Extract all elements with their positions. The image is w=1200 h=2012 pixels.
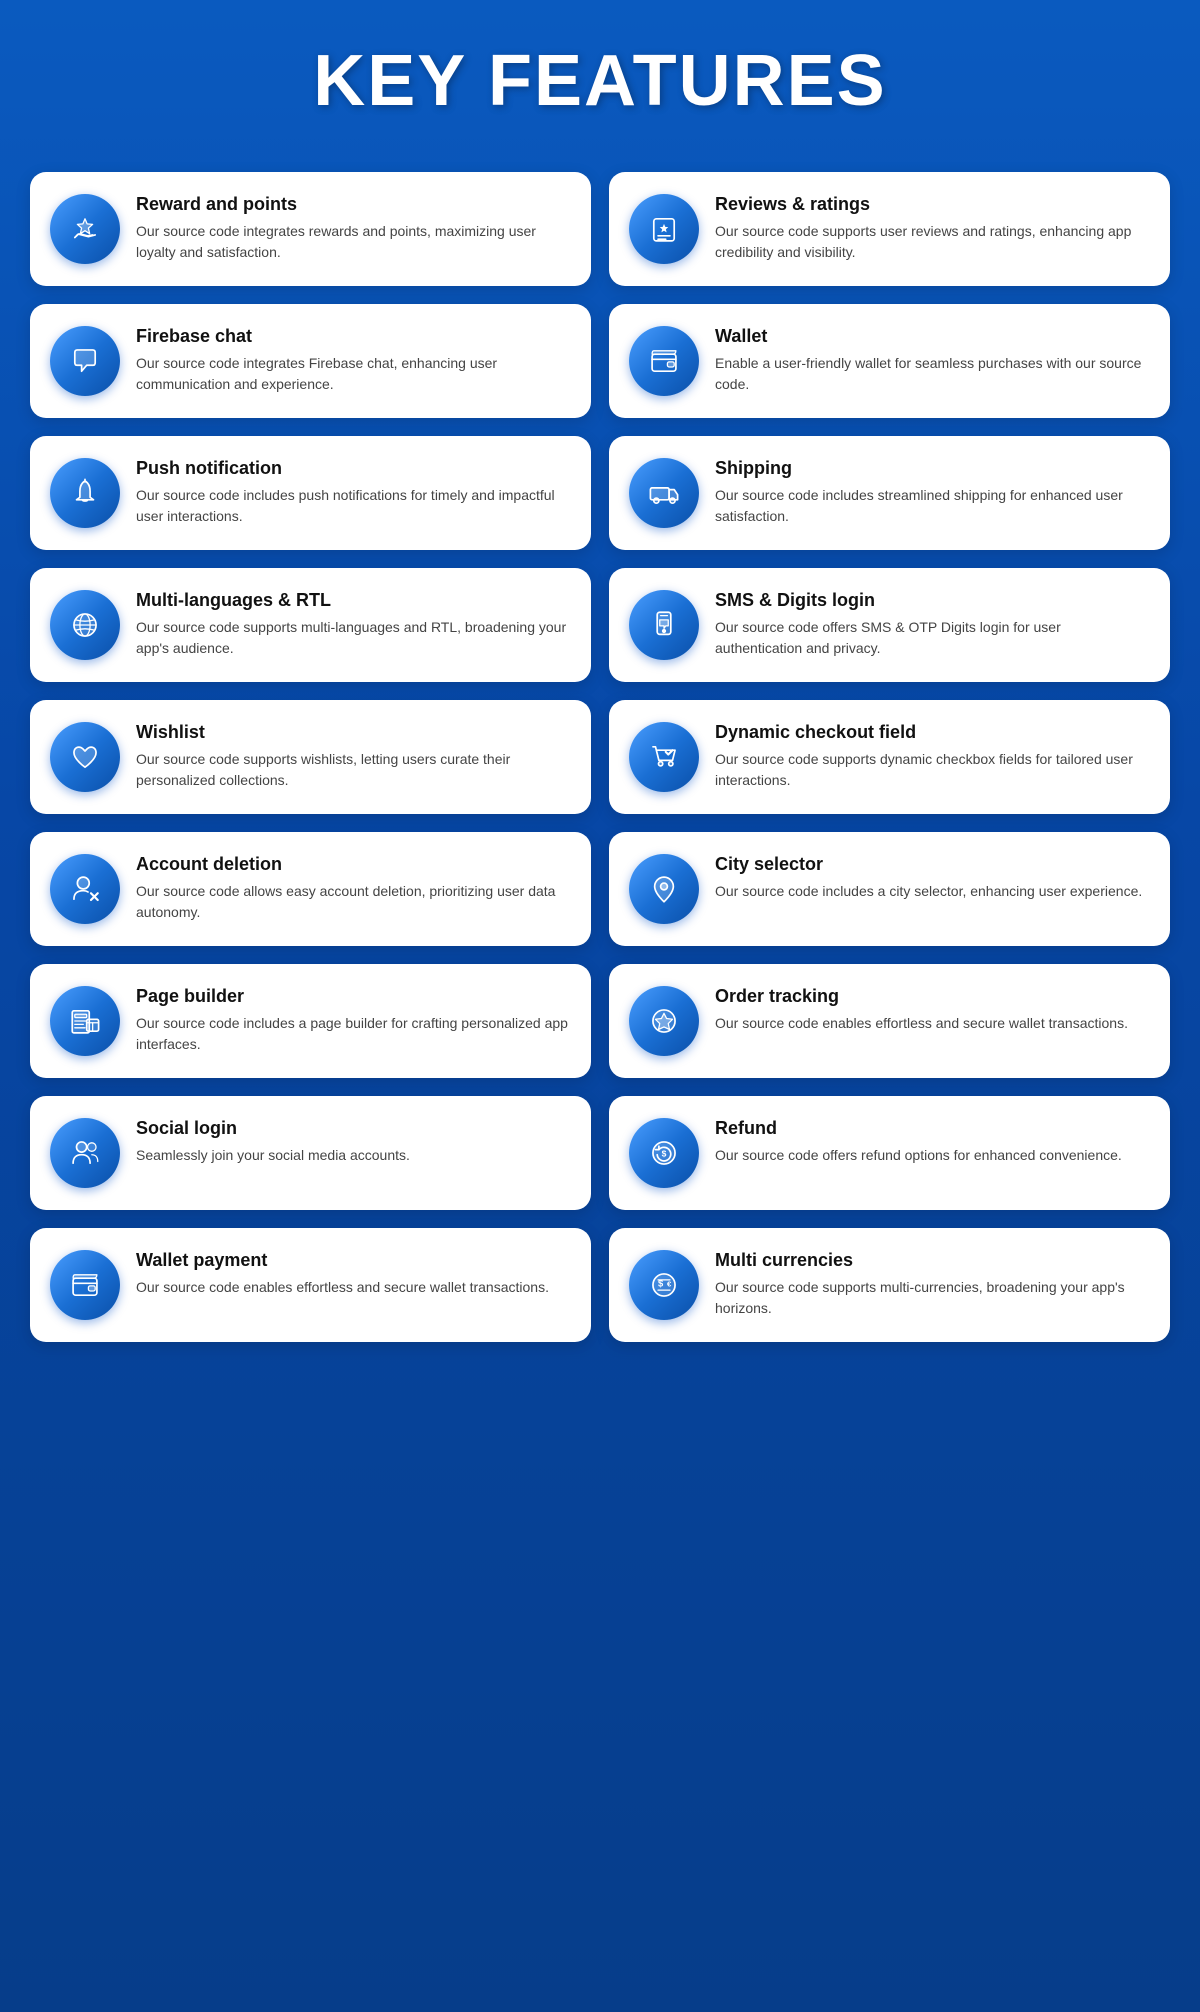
feature-text-wallet: Wallet Enable a user-friendly wallet for… xyxy=(715,326,1150,395)
feature-icon-page-builder xyxy=(50,986,120,1056)
feature-desc-city-selector: Our source code includes a city selector… xyxy=(715,881,1150,902)
feature-icon-wallet-payment xyxy=(50,1250,120,1320)
feature-card-reviews-ratings: Reviews & ratings Our source code suppor… xyxy=(609,172,1170,286)
feature-text-order-tracking: Order tracking Our source code enables e… xyxy=(715,986,1150,1034)
feature-text-social-login: Social login Seamlessly join your social… xyxy=(136,1118,571,1166)
feature-title-wallet-payment: Wallet payment xyxy=(136,1250,571,1271)
feature-card-multi-currencies: $ € Multi currencies Our source code sup… xyxy=(609,1228,1170,1342)
feature-card-city-selector: City selector Our source code includes a… xyxy=(609,832,1170,946)
feature-icon-wallet xyxy=(629,326,699,396)
feature-icon-reviews-ratings xyxy=(629,194,699,264)
feature-icon-shipping xyxy=(629,458,699,528)
feature-desc-multi-languages: Our source code supports multi-languages… xyxy=(136,617,571,659)
feature-text-city-selector: City selector Our source code includes a… xyxy=(715,854,1150,902)
feature-title-sms-login: SMS & Digits login xyxy=(715,590,1150,611)
feature-icon-reward-points xyxy=(50,194,120,264)
feature-desc-refund: Our source code offers refund options fo… xyxy=(715,1145,1150,1166)
feature-icon-order-tracking xyxy=(629,986,699,1056)
feature-icon-multi-languages xyxy=(50,590,120,660)
feature-title-page-builder: Page builder xyxy=(136,986,571,1007)
feature-card-reward-points: Reward and points Our source code integr… xyxy=(30,172,591,286)
feature-title-push-notification: Push notification xyxy=(136,458,571,479)
feature-text-wishlist: Wishlist Our source code supports wishli… xyxy=(136,722,571,791)
feature-card-push-notification: Push notification Our source code includ… xyxy=(30,436,591,550)
svg-text:€: € xyxy=(667,1280,672,1289)
feature-text-page-builder: Page builder Our source code includes a … xyxy=(136,986,571,1055)
feature-card-social-login: Social login Seamlessly join your social… xyxy=(30,1096,591,1210)
feature-desc-wishlist: Our source code supports wishlists, lett… xyxy=(136,749,571,791)
feature-title-multi-currencies: Multi currencies xyxy=(715,1250,1150,1271)
feature-text-shipping: Shipping Our source code includes stream… xyxy=(715,458,1150,527)
feature-card-refund: $ Refund Our source code offers refund o… xyxy=(609,1096,1170,1210)
page-title: KEY FEATURES xyxy=(30,40,1170,122)
feature-desc-dynamic-checkout: Our source code supports dynamic checkbo… xyxy=(715,749,1150,791)
feature-title-city-selector: City selector xyxy=(715,854,1150,875)
feature-card-wishlist: Wishlist Our source code supports wishli… xyxy=(30,700,591,814)
feature-icon-multi-currencies: $ € xyxy=(629,1250,699,1320)
feature-card-firebase-chat: Firebase chat Our source code integrates… xyxy=(30,304,591,418)
feature-title-shipping: Shipping xyxy=(715,458,1150,479)
feature-text-dynamic-checkout: Dynamic checkout field Our source code s… xyxy=(715,722,1150,791)
feature-text-multi-languages: Multi-languages & RTL Our source code su… xyxy=(136,590,571,659)
feature-desc-wallet: Enable a user-friendly wallet for seamle… xyxy=(715,353,1150,395)
feature-card-sms-login: SMS & Digits login Our source code offer… xyxy=(609,568,1170,682)
feature-text-account-deletion: Account deletion Our source code allows … xyxy=(136,854,571,923)
feature-title-refund: Refund xyxy=(715,1118,1150,1139)
feature-desc-social-login: Seamlessly join your social media accoun… xyxy=(136,1145,571,1166)
feature-icon-account-deletion xyxy=(50,854,120,924)
feature-card-wallet: Wallet Enable a user-friendly wallet for… xyxy=(609,304,1170,418)
feature-icon-push-notification xyxy=(50,458,120,528)
feature-icon-refund: $ xyxy=(629,1118,699,1188)
feature-title-firebase-chat: Firebase chat xyxy=(136,326,571,347)
feature-title-order-tracking: Order tracking xyxy=(715,986,1150,1007)
feature-title-account-deletion: Account deletion xyxy=(136,854,571,875)
features-grid: Reward and points Our source code integr… xyxy=(30,172,1170,1342)
feature-title-reward-points: Reward and points xyxy=(136,194,571,215)
feature-card-dynamic-checkout: Dynamic checkout field Our source code s… xyxy=(609,700,1170,814)
feature-desc-push-notification: Our source code includes push notificati… xyxy=(136,485,571,527)
feature-icon-sms-login xyxy=(629,590,699,660)
feature-title-wishlist: Wishlist xyxy=(136,722,571,743)
feature-title-multi-languages: Multi-languages & RTL xyxy=(136,590,571,611)
svg-text:$: $ xyxy=(662,1148,667,1158)
feature-card-wallet-payment: Wallet payment Our source code enables e… xyxy=(30,1228,591,1342)
feature-card-shipping: Shipping Our source code includes stream… xyxy=(609,436,1170,550)
feature-desc-multi-currencies: Our source code supports multi-currencie… xyxy=(715,1277,1150,1319)
feature-text-firebase-chat: Firebase chat Our source code integrates… xyxy=(136,326,571,395)
feature-card-order-tracking: Order tracking Our source code enables e… xyxy=(609,964,1170,1078)
feature-desc-reward-points: Our source code integrates rewards and p… xyxy=(136,221,571,263)
feature-desc-page-builder: Our source code includes a page builder … xyxy=(136,1013,571,1055)
feature-text-reward-points: Reward and points Our source code integr… xyxy=(136,194,571,263)
feature-icon-firebase-chat xyxy=(50,326,120,396)
feature-desc-account-deletion: Our source code allows easy account dele… xyxy=(136,881,571,923)
feature-icon-wishlist xyxy=(50,722,120,792)
feature-text-sms-login: SMS & Digits login Our source code offer… xyxy=(715,590,1150,659)
feature-title-dynamic-checkout: Dynamic checkout field xyxy=(715,722,1150,743)
feature-text-refund: Refund Our source code offers refund opt… xyxy=(715,1118,1150,1166)
feature-desc-firebase-chat: Our source code integrates Firebase chat… xyxy=(136,353,571,395)
feature-text-push-notification: Push notification Our source code includ… xyxy=(136,458,571,527)
feature-text-multi-currencies: Multi currencies Our source code support… xyxy=(715,1250,1150,1319)
feature-title-social-login: Social login xyxy=(136,1118,571,1139)
feature-title-wallet: Wallet xyxy=(715,326,1150,347)
feature-icon-social-login xyxy=(50,1118,120,1188)
feature-desc-sms-login: Our source code offers SMS & OTP Digits … xyxy=(715,617,1150,659)
feature-card-page-builder: Page builder Our source code includes a … xyxy=(30,964,591,1078)
feature-card-account-deletion: Account deletion Our source code allows … xyxy=(30,832,591,946)
feature-card-multi-languages: Multi-languages & RTL Our source code su… xyxy=(30,568,591,682)
feature-text-reviews-ratings: Reviews & ratings Our source code suppor… xyxy=(715,194,1150,263)
feature-icon-city-selector xyxy=(629,854,699,924)
feature-title-reviews-ratings: Reviews & ratings xyxy=(715,194,1150,215)
feature-desc-order-tracking: Our source code enables effortless and s… xyxy=(715,1013,1150,1034)
feature-desc-wallet-payment: Our source code enables effortless and s… xyxy=(136,1277,571,1298)
feature-text-wallet-payment: Wallet payment Our source code enables e… xyxy=(136,1250,571,1298)
feature-desc-reviews-ratings: Our source code supports user reviews an… xyxy=(715,221,1150,263)
feature-desc-shipping: Our source code includes streamlined shi… xyxy=(715,485,1150,527)
feature-icon-dynamic-checkout xyxy=(629,722,699,792)
